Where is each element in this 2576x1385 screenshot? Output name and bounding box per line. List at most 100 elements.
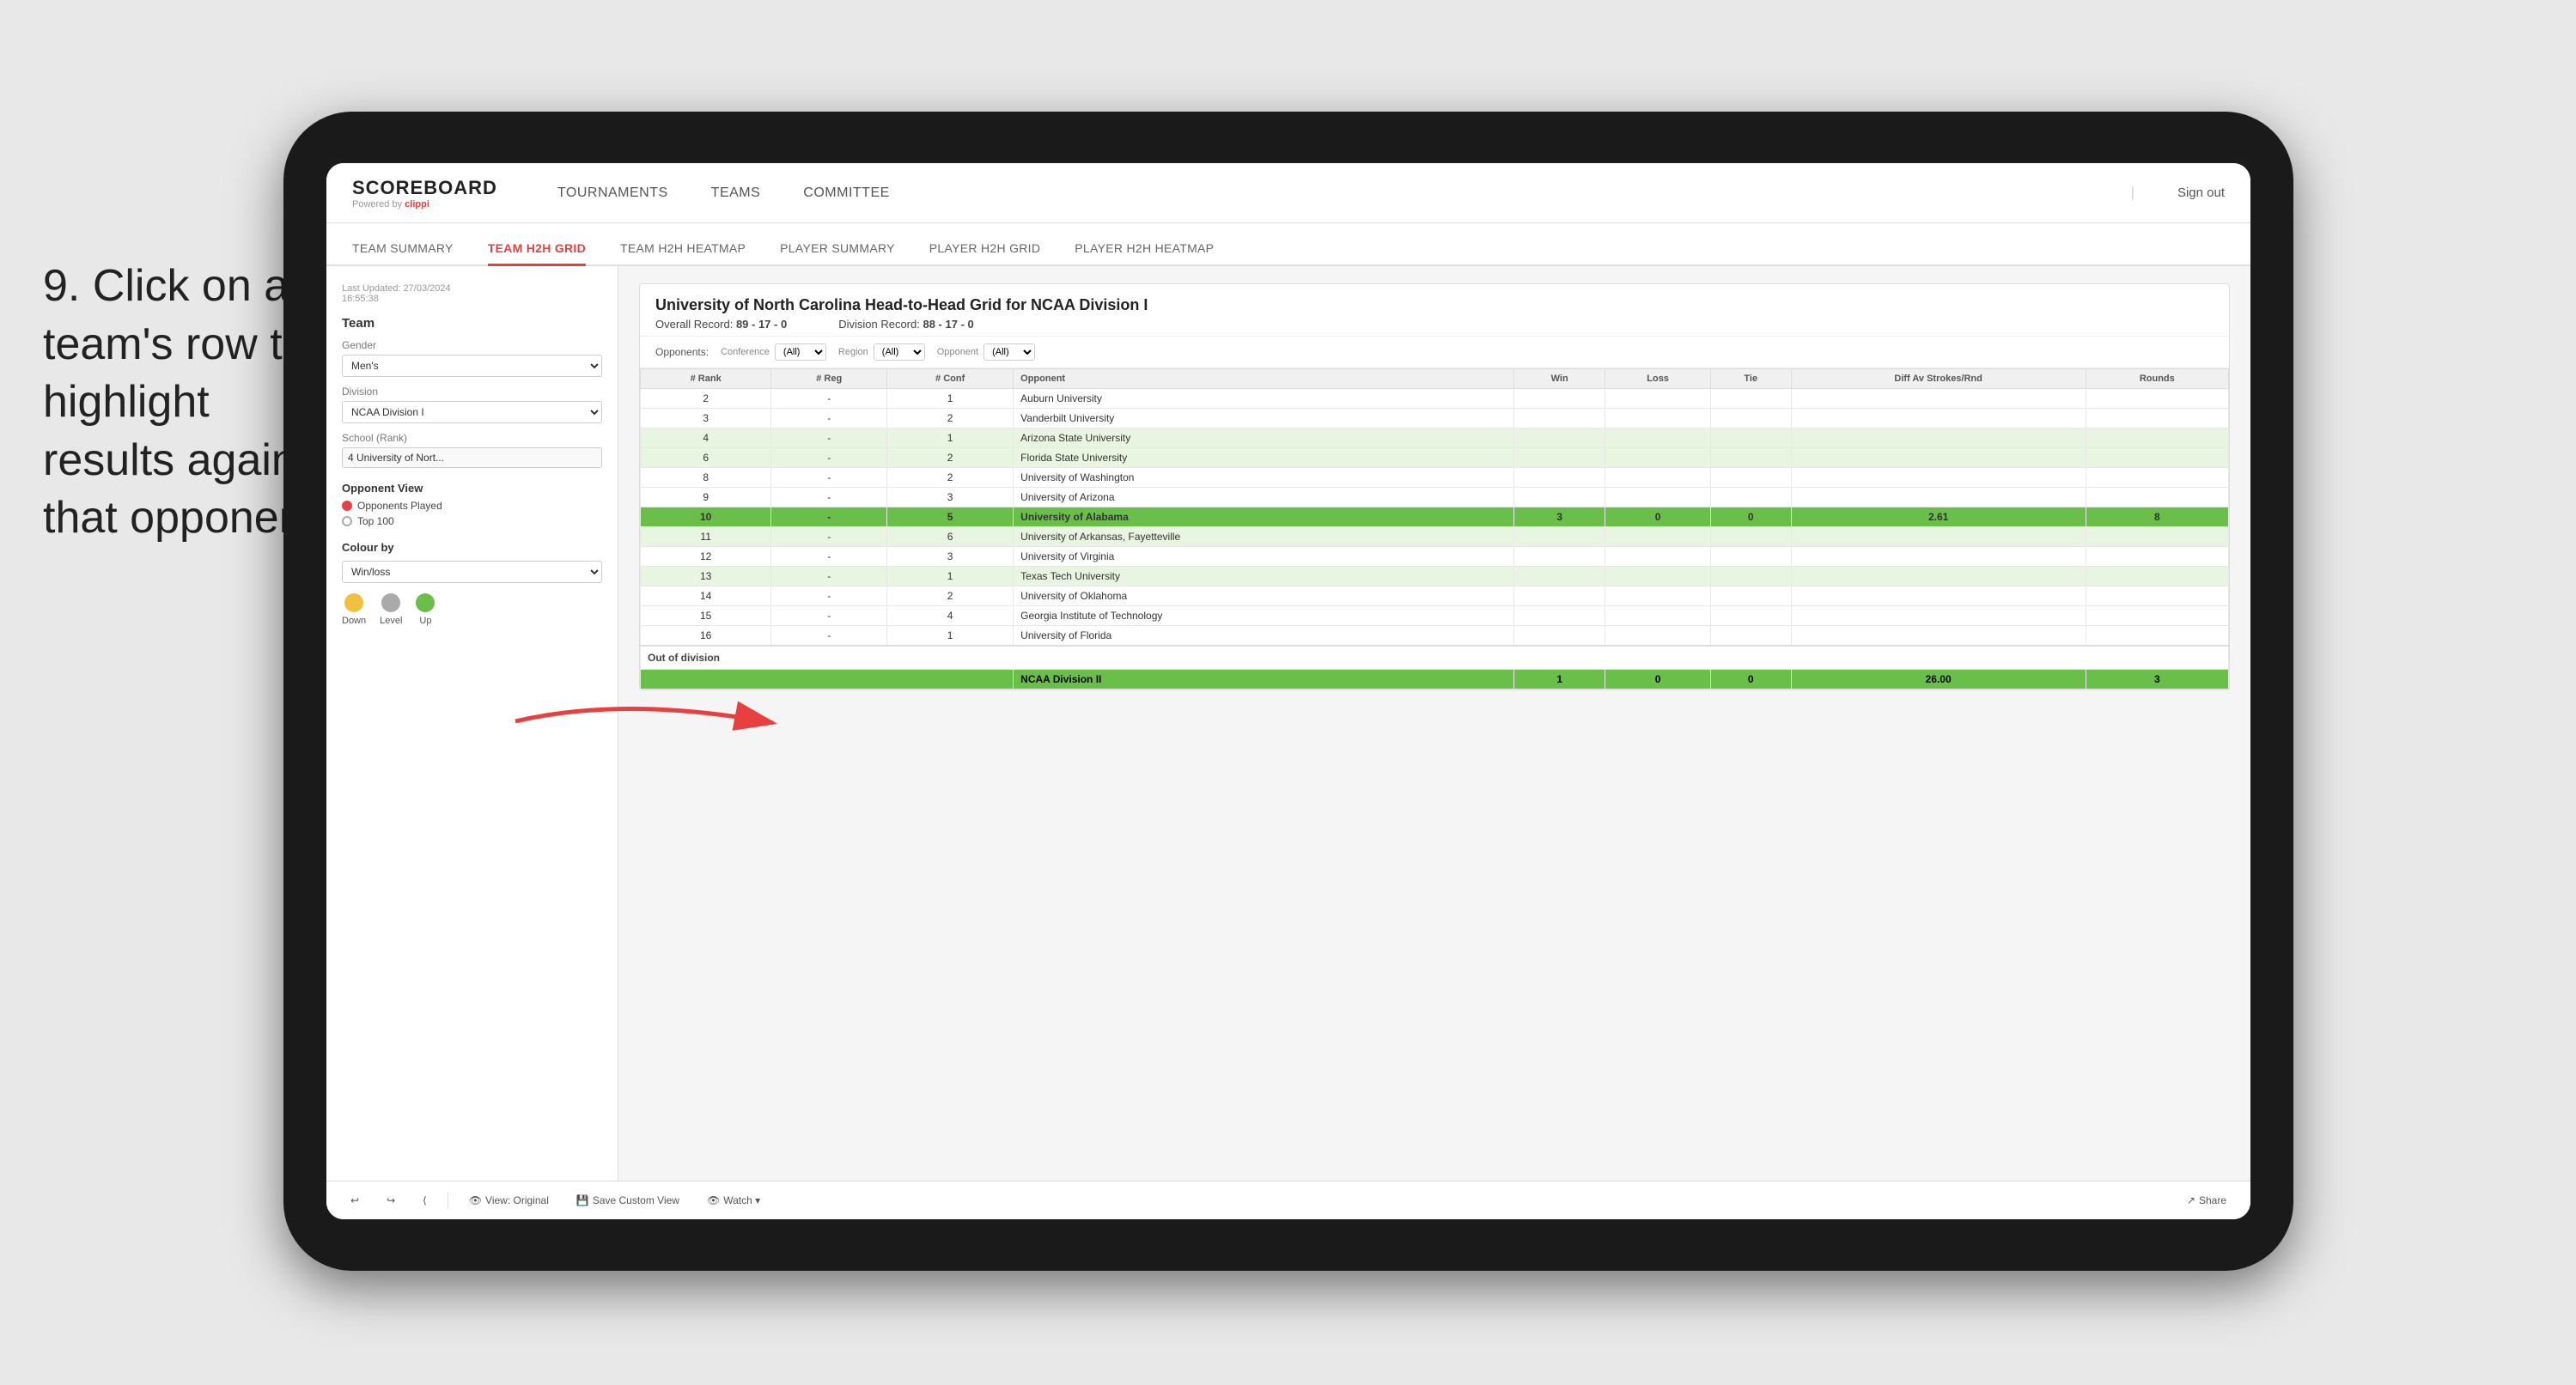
table-row[interactable]: 14-2 University of Oklahoma bbox=[641, 586, 2229, 606]
conference-filter-select[interactable]: (All) bbox=[775, 343, 826, 361]
undo-button[interactable]: ↩ bbox=[344, 1192, 366, 1209]
out-division-tie: 0 bbox=[1710, 670, 1791, 689]
tab-team-h2h-heatmap[interactable]: TEAM H2H HEATMAP bbox=[620, 233, 746, 266]
table-row[interactable]: 9-3 University of Arizona bbox=[641, 488, 2229, 507]
tab-player-h2h-heatmap[interactable]: PLAYER H2H HEATMAP bbox=[1075, 233, 1214, 266]
legend-down-label: Down bbox=[342, 616, 366, 626]
region-filter: Region (All) bbox=[838, 343, 925, 361]
region-filter-select[interactable]: (All) bbox=[874, 343, 925, 361]
out-division-opponent: NCAA Division II bbox=[1014, 670, 1514, 689]
out-division-diff: 26.00 bbox=[1791, 670, 2086, 689]
nav-tournaments[interactable]: TOURNAMENTS bbox=[557, 181, 668, 205]
out-division-win: 1 bbox=[1513, 670, 1605, 689]
save-custom-view-button[interactable]: 💾 Save Custom View bbox=[569, 1192, 686, 1209]
legend-up-label: Up bbox=[419, 616, 431, 626]
table-row[interactable]: 6-2 Florida State University bbox=[641, 448, 2229, 468]
grid-area: University of North Carolina Head-to-Hea… bbox=[618, 266, 2250, 1181]
conference-filter: Conference (All) bbox=[721, 343, 826, 361]
table-row[interactable]: 13-1 Texas Tech University bbox=[641, 567, 2229, 586]
tablet-frame: SCOREBOARD Powered by clippi TOURNAMENTS… bbox=[283, 112, 2293, 1271]
share-icon: ↗ bbox=[2187, 1194, 2195, 1206]
top-nav: SCOREBOARD Powered by clippi TOURNAMENTS… bbox=[326, 163, 2250, 223]
out-division-loss: 0 bbox=[1605, 670, 1711, 689]
sidebar-gender-select[interactable]: Men's bbox=[342, 355, 602, 377]
nav-committee[interactable]: COMMITTEE bbox=[803, 181, 890, 205]
tab-player-h2h-grid[interactable]: PLAYER H2H GRID bbox=[929, 233, 1041, 266]
filter-row: Opponents: Conference (All) Region ( bbox=[640, 337, 2229, 368]
table-row[interactable]: 16-1 University of Florida bbox=[641, 626, 2229, 647]
colour-by-select[interactable]: Win/loss bbox=[342, 561, 602, 583]
table-row[interactable]: 8-2 University of Washington bbox=[641, 468, 2229, 488]
legend-up-dot bbox=[416, 593, 435, 612]
opponent-filter: Opponent (All) bbox=[937, 343, 1035, 361]
tab-team-summary[interactable]: TEAM SUMMARY bbox=[352, 233, 454, 266]
logo-area: SCOREBOARD Powered by clippi bbox=[352, 177, 497, 210]
sign-out-button[interactable]: Sign out bbox=[2177, 185, 2225, 200]
opponent-filter-select[interactable]: (All) bbox=[984, 343, 1035, 361]
table-row[interactable]: 12-3 University of Virginia bbox=[641, 547, 2229, 567]
radio-top100-label: Top 100 bbox=[357, 515, 394, 527]
logo-scoreboard: SCOREBOARD bbox=[352, 177, 497, 199]
col-rank: # Rank bbox=[641, 369, 771, 389]
legend-up: Up bbox=[416, 593, 435, 626]
share-button[interactable]: ↗ Share bbox=[2180, 1192, 2233, 1209]
out-division-row[interactable]: NCAA Division II 1 0 0 26.00 3 bbox=[641, 670, 2229, 689]
redo-button[interactable]: ↪ bbox=[380, 1192, 402, 1209]
division-record-label: Division Record: 88 - 17 - 0 bbox=[838, 318, 974, 331]
grid-card: University of North Carolina Head-to-Hea… bbox=[639, 283, 2230, 690]
bottom-toolbar: ↩ ↪ ⟨ 👁 View: Original 💾 Save Custom Vie… bbox=[326, 1181, 2250, 1219]
conference-filter-label: Conference bbox=[721, 347, 770, 357]
grid-records: Overall Record: 89 - 17 - 0 Division Rec… bbox=[655, 318, 2214, 331]
sidebar: Last Updated: 27/03/2024 16:55:38 Team G… bbox=[326, 266, 618, 1181]
grid-title: University of North Carolina Head-to-Hea… bbox=[655, 296, 2214, 314]
col-diff: Diff Av Strokes/Rnd bbox=[1791, 369, 2086, 389]
legend-down: Down bbox=[342, 593, 366, 626]
out-division-rounds: 3 bbox=[2086, 670, 2228, 689]
table-row[interactable]: 3-2 Vanderbilt University bbox=[641, 409, 2229, 428]
tab-team-h2h-grid[interactable]: TEAM H2H GRID bbox=[488, 233, 586, 266]
out-division-label: Out of division bbox=[641, 646, 2229, 670]
table-row[interactable]: 4-1 Arizona State University bbox=[641, 428, 2229, 448]
step-back-button[interactable]: ⟨ bbox=[416, 1192, 434, 1209]
logo-powered: Powered by clippi bbox=[352, 199, 497, 210]
nav-teams[interactable]: TEAMS bbox=[711, 181, 761, 205]
sidebar-timestamp: Last Updated: 27/03/2024 16:55:38 bbox=[342, 283, 602, 304]
opponent-filter-label: Opponent bbox=[937, 347, 978, 357]
sidebar-division-label: Division bbox=[342, 386, 602, 398]
table-row-highlighted[interactable]: 10-5 University of Alabama 3002.618 bbox=[641, 507, 2229, 527]
legend-level-dot bbox=[381, 593, 400, 612]
colour-by-title: Colour by bbox=[342, 541, 602, 554]
legend-down-dot bbox=[344, 593, 363, 612]
nav-separator: | bbox=[2131, 185, 2134, 201]
main-content: Last Updated: 27/03/2024 16:55:38 Team G… bbox=[326, 266, 2250, 1181]
opponent-name: Auburn University bbox=[1014, 389, 1514, 409]
sidebar-division-select[interactable]: NCAA Division I bbox=[342, 401, 602, 423]
table-row[interactable]: 2-1 Auburn University bbox=[641, 389, 2229, 409]
h2h-table: # Rank # Reg # Conf Opponent Win Loss Ti… bbox=[640, 368, 2229, 689]
watch-icon: 👁 bbox=[707, 1194, 720, 1206]
sidebar-school-value: 4 University of Nort... bbox=[342, 447, 602, 468]
opponents-label: Opponents: bbox=[655, 346, 709, 358]
sidebar-school-label: School (Rank) bbox=[342, 432, 602, 444]
grid-header: University of North Carolina Head-to-Hea… bbox=[640, 284, 2229, 337]
table-row[interactable]: 11-6 University of Arkansas, Fayettevill… bbox=[641, 527, 2229, 547]
save-icon: 💾 bbox=[576, 1194, 589, 1206]
col-opponent: Opponent bbox=[1014, 369, 1514, 389]
col-conf: # Conf bbox=[887, 369, 1014, 389]
watch-button[interactable]: 👁 Watch ▾ bbox=[700, 1192, 767, 1209]
opponent-view-title: Opponent View bbox=[342, 482, 602, 495]
table-header-row: # Rank # Reg # Conf Opponent Win Loss Ti… bbox=[641, 369, 2229, 389]
region-filter-label: Region bbox=[838, 347, 868, 357]
col-loss: Loss bbox=[1605, 369, 1711, 389]
radio-opponents-played[interactable]: Opponents Played bbox=[342, 500, 602, 512]
logo-brand: clippi bbox=[405, 199, 429, 210]
view-original-button[interactable]: 👁 View: Original bbox=[462, 1192, 556, 1209]
col-rounds: Rounds bbox=[2086, 369, 2228, 389]
legend-level-label: Level bbox=[380, 616, 402, 626]
out-division-section: Out of division bbox=[641, 646, 2229, 670]
scene: 9. Click on a team's row to highlight re… bbox=[0, 0, 2576, 1385]
tab-player-summary[interactable]: PLAYER SUMMARY bbox=[780, 233, 895, 266]
table-row[interactable]: 15-4 Georgia Institute of Technology bbox=[641, 606, 2229, 626]
sidebar-gender-label: Gender bbox=[342, 339, 602, 351]
radio-top100[interactable]: Top 100 bbox=[342, 515, 602, 527]
